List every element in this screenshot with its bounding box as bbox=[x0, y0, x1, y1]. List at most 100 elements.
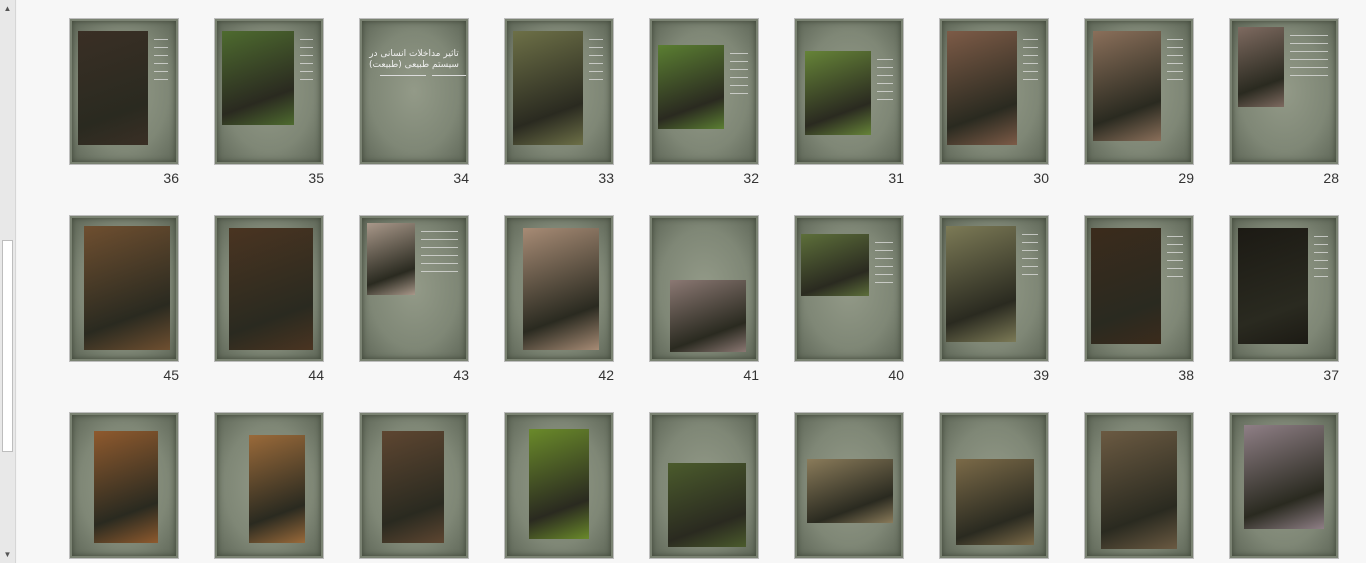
slide-background bbox=[1087, 218, 1191, 359]
slide-background: تاثیر مداخلات انسانی در سیستم طبیعی (طبی… bbox=[362, 21, 466, 162]
slide-background bbox=[1232, 218, 1336, 359]
slide-thumbnail[interactable] bbox=[359, 215, 469, 362]
slide-photo bbox=[84, 226, 170, 350]
slide-text-line bbox=[730, 53, 748, 54]
scroll-down-icon[interactable]: ▼ bbox=[2, 549, 13, 560]
slide-thumbnail[interactable] bbox=[1084, 215, 1194, 362]
slide-thumbnail[interactable] bbox=[939, 215, 1049, 362]
slide-text-line bbox=[877, 99, 893, 100]
slide-text-line bbox=[1023, 63, 1038, 64]
slide-text-line bbox=[875, 282, 893, 283]
slide-thumbnail[interactable] bbox=[794, 18, 904, 165]
slide-text-line bbox=[1167, 268, 1183, 269]
slide-thumbnail[interactable] bbox=[939, 18, 1049, 165]
slide-number: 38 bbox=[1178, 367, 1194, 383]
slide-text-line bbox=[589, 79, 603, 80]
slide-text-line bbox=[730, 69, 748, 70]
slide-background bbox=[217, 218, 321, 359]
slide-background bbox=[797, 218, 901, 359]
slide-thumbnail[interactable] bbox=[69, 18, 179, 165]
slide-thumbnail[interactable] bbox=[69, 412, 179, 559]
slide-text-line bbox=[875, 242, 893, 243]
slide-thumbnail[interactable]: تاثیر مداخلات انسانی در سیستم طبیعی (طبی… bbox=[359, 18, 469, 165]
slide-text-line bbox=[1290, 59, 1328, 60]
slide-text-line bbox=[1023, 71, 1038, 72]
slide-photo bbox=[222, 31, 294, 125]
slide-thumbnail[interactable] bbox=[649, 412, 759, 559]
slide-text-line bbox=[875, 250, 893, 251]
slide-number: 42 bbox=[598, 367, 614, 383]
slide-photo bbox=[1238, 228, 1308, 344]
slide-text-line bbox=[300, 47, 313, 48]
slide-text-line bbox=[1290, 35, 1328, 36]
slide-text-line bbox=[877, 83, 893, 84]
slide-text-line bbox=[589, 55, 603, 56]
slide-number: 45 bbox=[163, 367, 179, 383]
slide-text-line bbox=[730, 77, 748, 78]
slide-number: 30 bbox=[1033, 170, 1049, 186]
slide-text-line bbox=[875, 274, 893, 275]
slide-text-line bbox=[1167, 39, 1183, 40]
slide-thumbnail[interactable] bbox=[504, 18, 614, 165]
slide-thumbnail[interactable] bbox=[1084, 18, 1194, 165]
slide-number: 31 bbox=[888, 170, 904, 186]
slide-thumbnail[interactable] bbox=[359, 412, 469, 559]
slide-background bbox=[217, 415, 321, 556]
slide-text-line bbox=[300, 79, 313, 80]
slide-photo bbox=[1238, 27, 1284, 107]
slide-text-line bbox=[1314, 252, 1328, 253]
slide-text-line bbox=[300, 39, 313, 40]
slide-number: 39 bbox=[1033, 367, 1049, 383]
slide-text-line bbox=[875, 266, 893, 267]
slide-text-line bbox=[1290, 51, 1328, 52]
slide-text-line bbox=[1290, 43, 1328, 44]
slide-thumbnail[interactable] bbox=[214, 215, 324, 362]
slide-text-line bbox=[154, 55, 168, 56]
slide-photo bbox=[668, 463, 746, 547]
slide-text-line bbox=[1290, 67, 1328, 68]
slide-text-line bbox=[877, 91, 893, 92]
slide-text-line bbox=[421, 263, 458, 264]
slide-thumbnail[interactable] bbox=[649, 215, 759, 362]
slide-background bbox=[652, 415, 756, 556]
scroll-up-icon[interactable]: ▲ bbox=[2, 3, 13, 14]
slide-number: 40 bbox=[888, 367, 904, 383]
vertical-scrollbar[interactable]: ▲ ▼ bbox=[0, 0, 16, 563]
slide-text-line bbox=[421, 231, 458, 232]
slide-text-line bbox=[1314, 260, 1328, 261]
slide-thumbnail[interactable] bbox=[504, 215, 614, 362]
slide-photo bbox=[1091, 228, 1161, 344]
slide-thumbnail[interactable] bbox=[794, 215, 904, 362]
slide-thumbnail[interactable] bbox=[794, 412, 904, 559]
slide-background bbox=[1087, 21, 1191, 162]
slide-text-line bbox=[421, 239, 458, 240]
slide-thumbnail[interactable] bbox=[1229, 215, 1339, 362]
slide-text-line bbox=[300, 55, 313, 56]
slide-photo bbox=[801, 234, 869, 296]
slide-thumbnail[interactable] bbox=[214, 412, 324, 559]
slide-thumbnail[interactable] bbox=[649, 18, 759, 165]
slide-text-line bbox=[730, 61, 748, 62]
slide-text-line bbox=[1314, 244, 1328, 245]
slide-thumbnail[interactable] bbox=[1084, 412, 1194, 559]
slide-background bbox=[1232, 21, 1336, 162]
slide-text-line bbox=[1022, 242, 1038, 243]
slide-text-line bbox=[1314, 236, 1328, 237]
slide-text-line bbox=[1023, 39, 1038, 40]
slide-photo bbox=[78, 31, 148, 145]
slide-background bbox=[1087, 415, 1191, 556]
slide-number: 35 bbox=[308, 170, 324, 186]
slide-text-line bbox=[730, 93, 748, 94]
slide-thumbnail[interactable] bbox=[504, 412, 614, 559]
scroll-thumb[interactable] bbox=[2, 240, 13, 452]
slide-thumbnail[interactable] bbox=[214, 18, 324, 165]
slide-thumbnail[interactable] bbox=[69, 215, 179, 362]
slide-thumbnail[interactable] bbox=[1229, 18, 1339, 165]
slide-text-line bbox=[589, 63, 603, 64]
slide-thumbnail[interactable] bbox=[1229, 412, 1339, 559]
slide-thumbnail[interactable] bbox=[939, 412, 1049, 559]
slide-number: 37 bbox=[1323, 367, 1339, 383]
slide-text-line bbox=[1022, 274, 1038, 275]
slide-photo bbox=[946, 226, 1016, 342]
slide-text-line bbox=[300, 63, 313, 64]
